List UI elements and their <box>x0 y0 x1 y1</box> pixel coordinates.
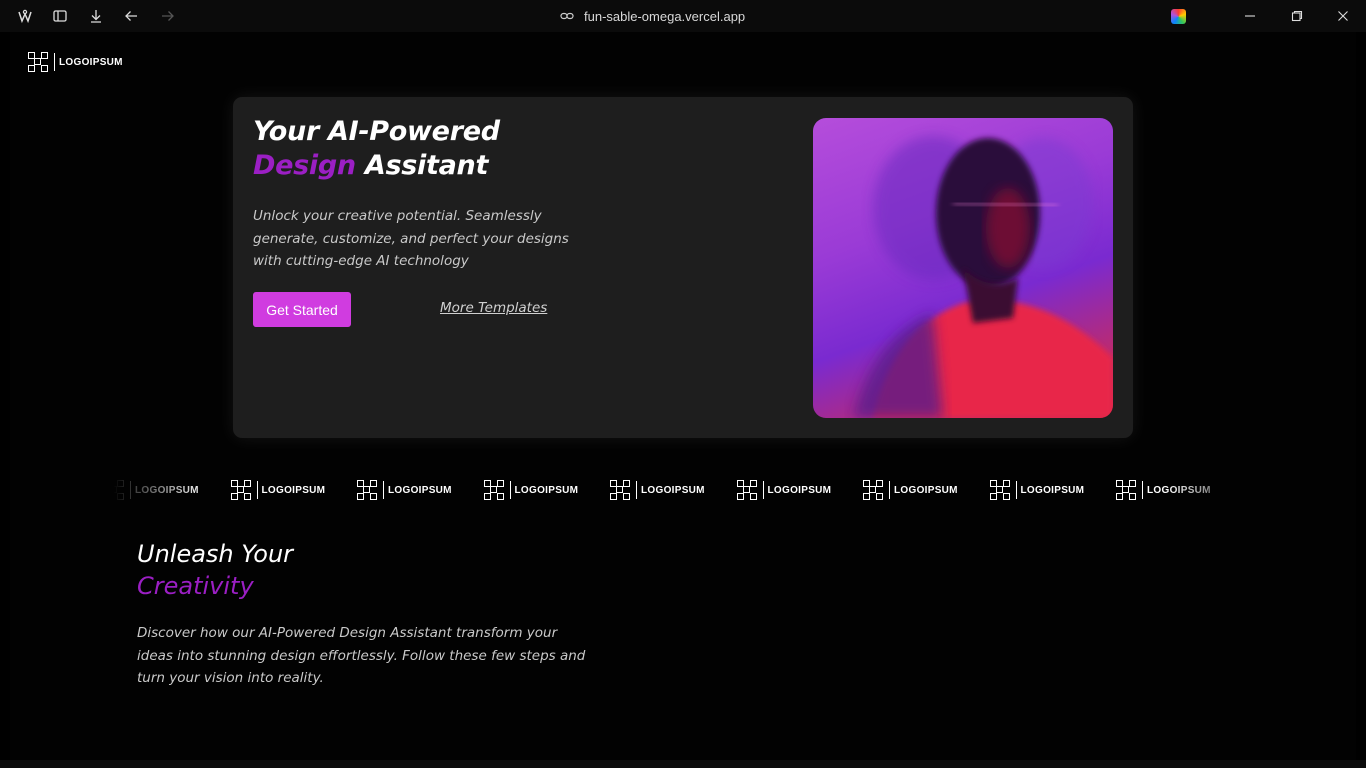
hero-image <box>813 118 1113 418</box>
minimize-icon[interactable] <box>1242 8 1258 24</box>
url-text: fun-sable-omega.vercel.app <box>584 8 746 24</box>
forward-icon[interactable] <box>160 8 176 24</box>
logo-mark-icon <box>230 480 251 500</box>
download-icon[interactable] <box>88 8 104 24</box>
partner-logo: LOGOIPSUM <box>113 480 199 500</box>
back-icon[interactable] <box>123 8 139 24</box>
logo-mark-icon <box>28 52 48 72</box>
address-bar[interactable]: fun-sable-omega.vercel.app <box>560 0 745 32</box>
webpage: LOGOIPSUM Your AI-Powered Design Assitan… <box>10 32 1356 760</box>
partner-logo-text: LOGOIPSUM <box>767 484 832 496</box>
partner-logo-text: LOGOIPSUM <box>388 484 452 496</box>
partner-logo: LOGOIPSUM <box>736 480 832 500</box>
hero-title-accent: Design <box>253 150 356 181</box>
logo-mark-icon <box>357 480 377 500</box>
partner-logo: LOGOIPSUM <box>1116 480 1211 500</box>
partner-logo-strip: LOGOIPSUM LOGOIPSUM LOGOIPSUM LOGOIPSUM LOGO… <box>113 478 1258 502</box>
partner-logo: LOGOIPSUM <box>610 480 705 500</box>
hero-card: Your AI-Powered Design Assitant Unlock y… <box>233 97 1133 438</box>
partner-logo-text: LOGOIPSUM <box>641 484 705 496</box>
partner-logo: LOGOIPSUM <box>989 480 1085 500</box>
partner-logo-text: LOGOIPSUM <box>1147 484 1211 496</box>
logo-mark-icon <box>989 480 1010 500</box>
close-icon[interactable] <box>1335 8 1351 24</box>
restore-icon[interactable] <box>1289 8 1305 24</box>
window-bottom-edge <box>0 760 1366 768</box>
logo-mark-icon <box>1116 480 1136 500</box>
extension-icon[interactable] <box>1171 9 1186 24</box>
logo-mark-icon <box>736 480 757 500</box>
link-icon <box>560 9 574 23</box>
partner-logo-text: LOGOIPSUM <box>894 484 958 496</box>
section-title-line1: Unleash Your <box>137 540 294 568</box>
partner-logo-text: LOGOIPSUM <box>1020 484 1085 496</box>
hero-title: Your AI-Powered Design Assitant <box>253 115 500 183</box>
app-icon[interactable] <box>17 8 33 24</box>
logo-text: LOGOIPSUM <box>59 56 123 68</box>
section-title: Unleash Your Creativity <box>137 538 293 602</box>
sidebar-icon[interactable] <box>52 8 68 24</box>
logo-mark-icon <box>113 480 124 500</box>
logo-mark-icon <box>610 480 630 500</box>
logo-mark-icon <box>483 480 504 500</box>
more-templates-link[interactable]: More Templates <box>440 300 547 316</box>
get-started-button[interactable]: Get Started <box>253 292 351 327</box>
hero-description: Unlock your creative potential. Seamless… <box>253 208 569 269</box>
header-logo[interactable]: LOGOIPSUM <box>28 52 123 72</box>
browser-toolbar: fun-sable-omega.vercel.app <box>0 0 1366 32</box>
section-title-accent: Creativity <box>137 572 254 600</box>
partner-logo: LOGOIPSUM <box>483 480 579 500</box>
logo-mark-icon <box>863 480 883 500</box>
hero-title-line1: Your AI-Powered <box>253 116 500 147</box>
partner-logo: LOGOIPSUM <box>357 480 452 500</box>
partner-logo-text: LOGOIPSUM <box>135 484 199 496</box>
partner-logo: LOGOIPSUM <box>230 480 326 500</box>
partner-logo-text: LOGOIPSUM <box>514 484 579 496</box>
section-description: Discover how our AI-Powered Design Assis… <box>137 625 586 686</box>
partner-logo: LOGOIPSUM <box>863 480 958 500</box>
partner-logo-text: LOGOIPSUM <box>261 484 326 496</box>
hero-title-rest: Assitant <box>355 150 489 181</box>
